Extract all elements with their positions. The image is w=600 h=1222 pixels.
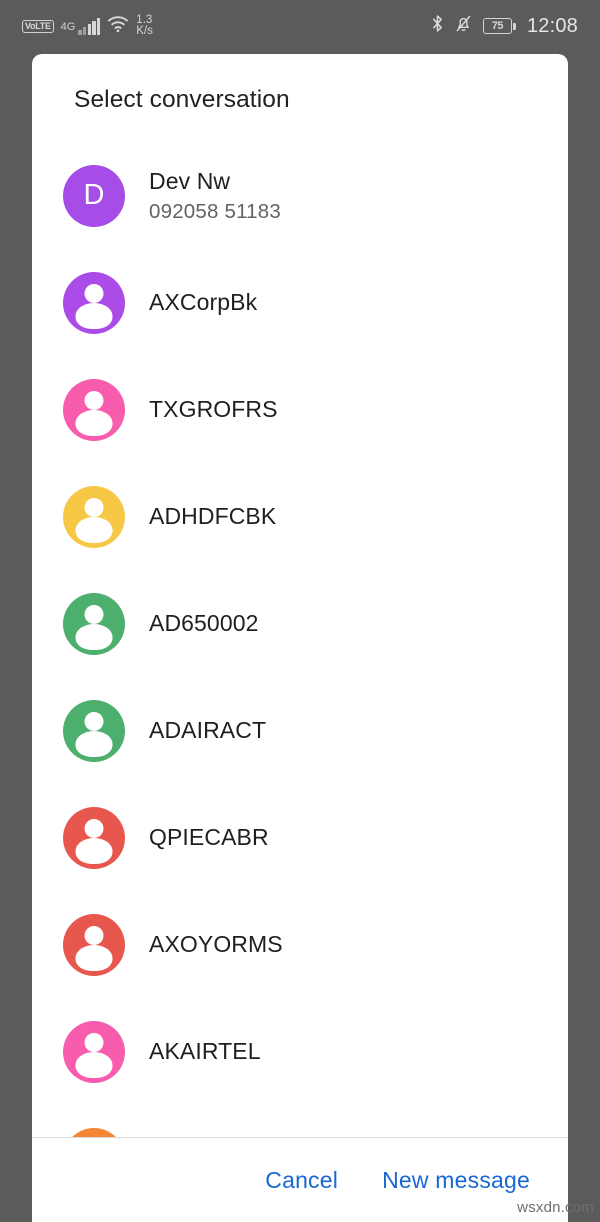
avatar-head: [84, 818, 104, 838]
network-speed-indicator: 1.3 K/s: [136, 14, 153, 37]
network-type-label: 4G: [60, 20, 76, 33]
conversation-name: ADAIRACT: [149, 716, 267, 743]
avatar-person-icon: [63, 1020, 125, 1083]
conversation-list-item[interactable]: ADAIRACT: [32, 677, 568, 784]
conversation-text: TXGROFRS: [149, 394, 278, 425]
avatar-body: [75, 944, 113, 971]
avatar-person-icon: [63, 271, 125, 334]
conversation-name: TXGROFRS: [149, 395, 278, 422]
avatar-person-icon: [63, 1127, 125, 1137]
watermark: wsxdn.com: [517, 1199, 594, 1216]
conversation-list-item[interactable]: AD650002: [32, 570, 568, 677]
conversation-name: AD650002: [149, 609, 259, 636]
status-bar-left: VoLTE 4G 1.3 K/s: [22, 14, 153, 38]
conversation-name: AKAIRTEL: [149, 1037, 261, 1064]
avatar-body: [75, 1051, 113, 1078]
avatar-body: [75, 837, 113, 864]
avatar-letter: D: [83, 179, 105, 211]
network-speed-unit: K/s: [136, 25, 153, 37]
dialog-footer: Cancel New message: [32, 1137, 568, 1222]
avatar-person-icon: [63, 485, 125, 548]
conversation-list-item[interactable]: [32, 1105, 568, 1137]
avatar-initial: D: [63, 164, 125, 227]
avatar-person-icon: [63, 378, 125, 441]
conversation-text: AKAIRTEL: [149, 1036, 261, 1067]
conversation-text: AXCorpBk: [149, 287, 257, 318]
notifications-muted-icon: [455, 14, 472, 38]
conversation-text: Dev Nw 092058 51183: [149, 166, 281, 226]
avatar-head: [84, 497, 104, 517]
avatar-person-icon: [63, 913, 125, 976]
avatar-body: [75, 623, 113, 650]
conversation-name: AXCorpBk: [149, 288, 258, 315]
conversation-list-item[interactable]: AKAIRTEL: [32, 998, 568, 1105]
avatar-body: [75, 409, 113, 436]
avatar-person-icon: [63, 592, 125, 655]
status-bar-right: 75 12:08: [431, 14, 578, 38]
avatar-head: [84, 1032, 104, 1052]
battery-percent-label: 75: [482, 18, 512, 34]
avatar-head: [84, 283, 104, 303]
avatar-head: [84, 604, 104, 624]
conversation-text: AD650002: [149, 608, 259, 639]
avatar-person-icon: [63, 806, 125, 869]
conversation-list-item[interactable]: AXOYORMS: [32, 891, 568, 998]
wifi-icon: [107, 15, 129, 38]
status-bar: VoLTE 4G 1.3 K/s 75 12:08: [0, 0, 600, 52]
avatar-head: [84, 925, 104, 945]
conversation-text: QPIECABR: [149, 822, 269, 853]
avatar-body: [75, 730, 113, 757]
conversation-phone-number: 092058 51183: [149, 199, 281, 223]
conversation-list-item[interactable]: D Dev Nw 092058 51183: [32, 142, 568, 249]
avatar-person-icon: [63, 699, 125, 762]
conversation-list[interactable]: D Dev Nw 092058 51183 AXCorpBk TXGROFRS ADHDF…: [32, 114, 568, 1137]
battery-cap: [513, 22, 516, 30]
avatar-body: [75, 516, 113, 543]
bluetooth-icon: [431, 14, 444, 38]
conversation-text: AXOYORMS: [149, 929, 283, 960]
dialog-title: Select conversation: [74, 86, 290, 113]
conversation-list-item[interactable]: QPIECABR: [32, 784, 568, 891]
conversation-name: Dev Nw: [149, 167, 231, 194]
cancel-button[interactable]: Cancel: [251, 1157, 352, 1204]
new-message-button[interactable]: New message: [368, 1157, 544, 1204]
avatar-head: [84, 711, 104, 731]
avatar-body: [75, 302, 113, 329]
conversation-name: AXOYORMS: [149, 930, 283, 957]
signal-bars-icon: [78, 17, 101, 35]
conversation-text: ADHDFCBK: [149, 501, 276, 532]
conversation-name: ADHDFCBK: [149, 502, 277, 529]
clock: 12:08: [526, 14, 578, 37]
avatar-head: [84, 390, 104, 410]
select-conversation-dialog: Select conversation D Dev Nw 092058 51183 A…: [32, 54, 568, 1222]
conversation-text: ADAIRACT: [149, 715, 266, 746]
battery-icon: 75: [482, 18, 516, 34]
conversation-list-item[interactable]: AXCorpBk: [32, 249, 568, 356]
conversation-list-item[interactable]: TXGROFRS: [32, 356, 568, 463]
conversation-name: QPIECABR: [149, 823, 269, 850]
volte-icon: VoLTE: [22, 19, 54, 33]
conversation-list-item[interactable]: ADHDFCBK: [32, 463, 568, 570]
